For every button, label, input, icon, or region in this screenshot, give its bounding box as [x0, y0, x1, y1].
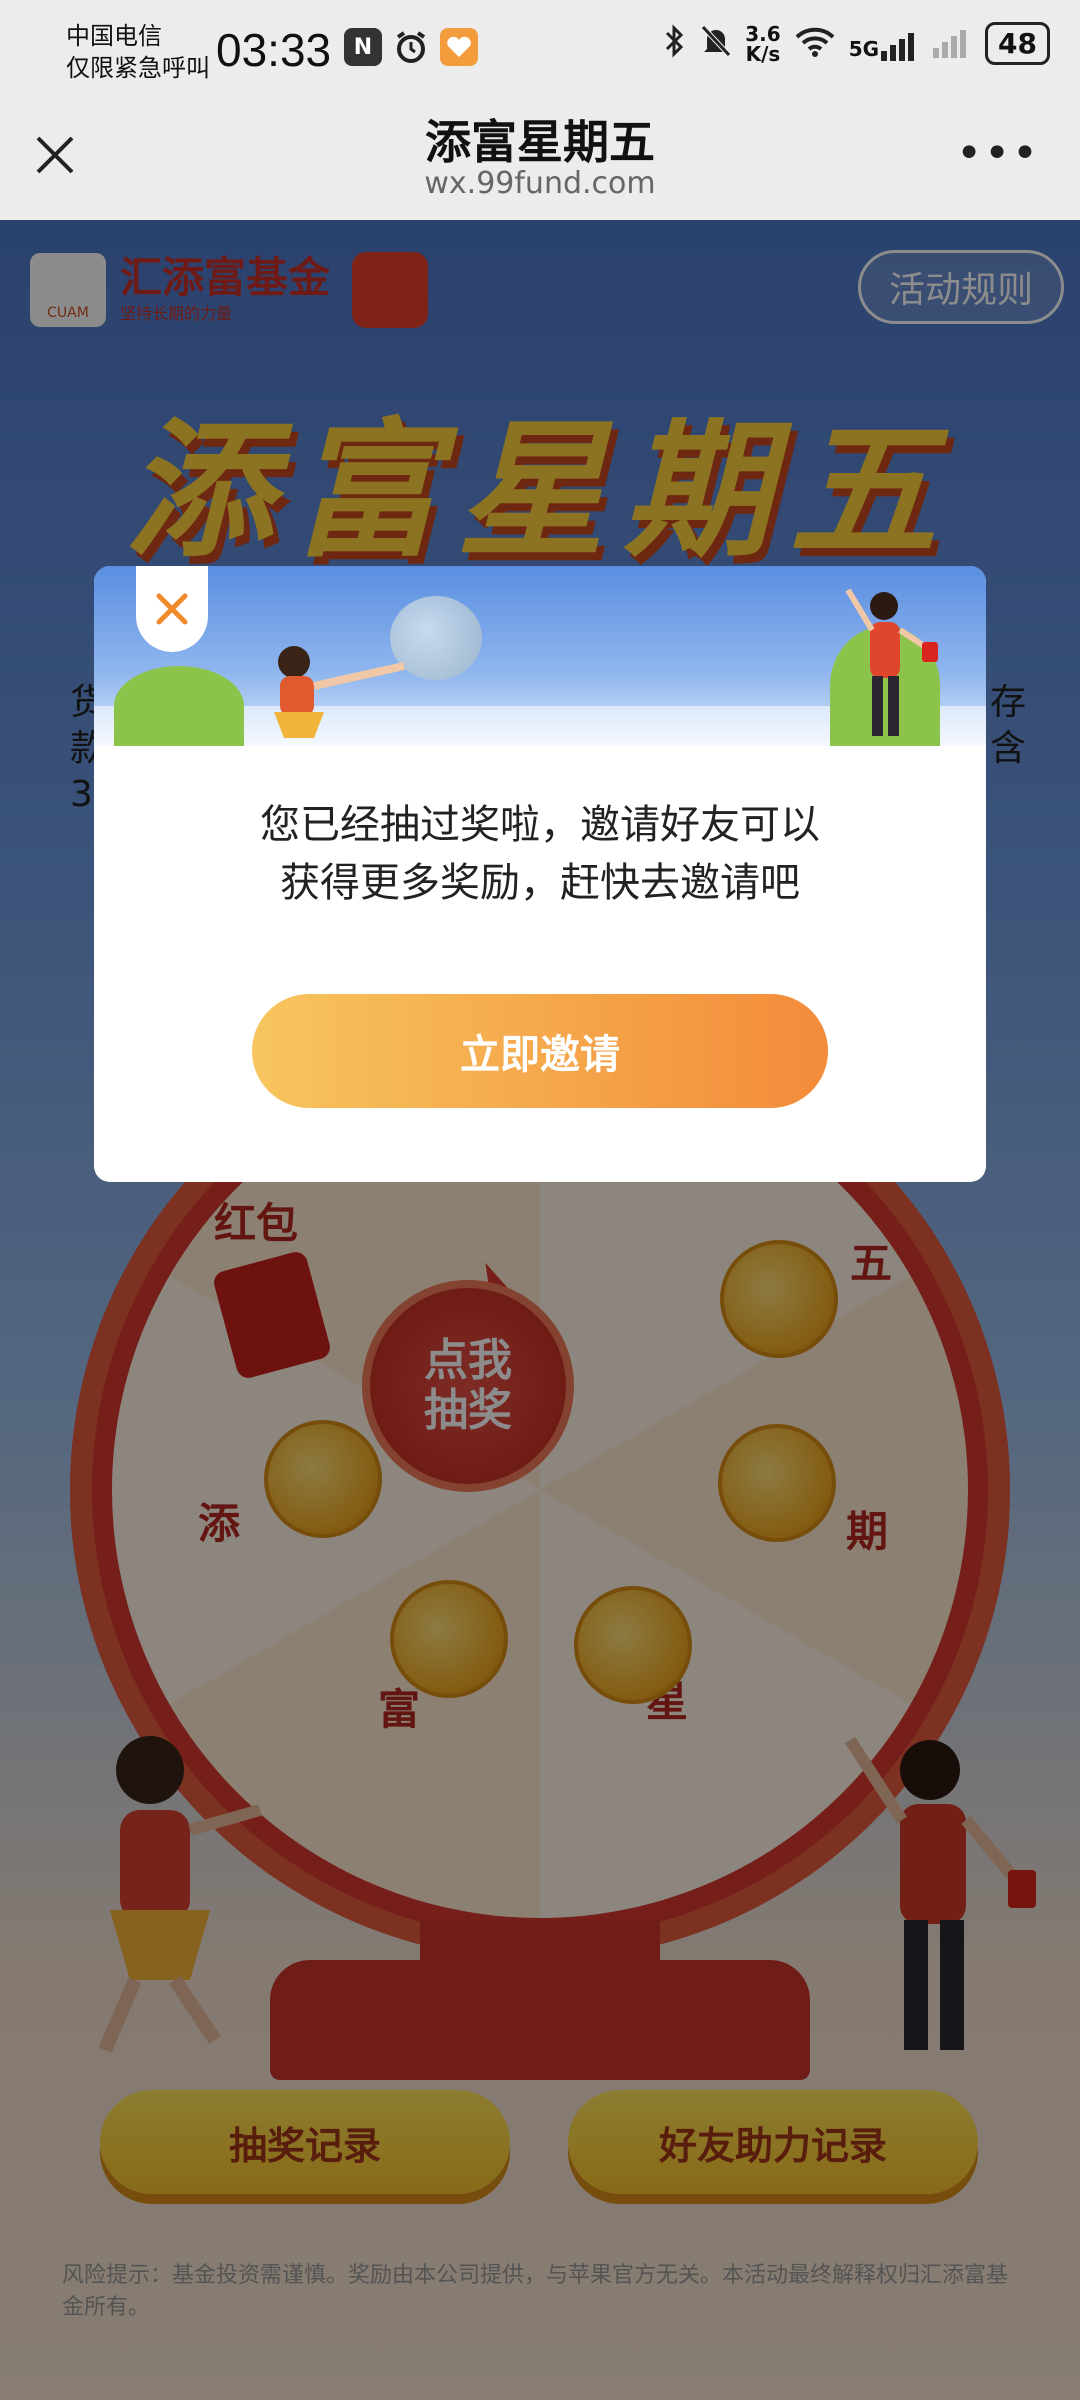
modal-message: 您已经抽过奖啦，邀请好友可以 获得更多奖励，赶快去邀请吧: [94, 796, 986, 912]
boy-banner-illustration: [845, 588, 938, 736]
health-app-icon: [440, 28, 478, 66]
signal-5g-label: 5G: [848, 36, 880, 61]
invite-now-button[interactable]: 立即邀请: [252, 994, 828, 1108]
bluetooth-icon: [663, 23, 687, 65]
signal-5g-icon: 5G: [849, 27, 921, 61]
close-icon: [156, 593, 188, 625]
modal-message-line: 获得更多奖励，赶快去邀请吧: [280, 860, 800, 906]
clock: 03:33: [216, 24, 332, 76]
wifi-icon: [793, 23, 837, 65]
modal-banner-illustration: [94, 566, 986, 746]
notification-icons: N: [344, 28, 478, 66]
page-url: wx.99fund.com: [424, 166, 656, 201]
modal-backdrop[interactable]: [0, 220, 1080, 2400]
modal-close-button[interactable]: [136, 566, 208, 652]
carrier-status: 仅限紧急呼叫: [66, 54, 210, 82]
mute-bell-icon: [699, 23, 733, 65]
status-bar: 中国电信 仅限紧急呼叫 03:33 N 3.6 K/s 5G 48: [0, 0, 1080, 96]
modal-message-line: 您已经抽过奖啦，邀请好友可以: [260, 802, 820, 848]
system-icons: 3.6 K/s 5G 48: [663, 22, 1050, 65]
browser-nav-bar: 添富星期五 wx.99fund.com •••: [0, 96, 1080, 221]
invite-modal: 您已经抽过奖啦，邀请好友可以 获得更多奖励，赶快去邀请吧 立即邀请: [94, 566, 986, 1182]
battery-level: 48: [985, 22, 1050, 65]
carrier-name: 中国电信: [66, 22, 162, 50]
signal-empty-icon: [933, 24, 973, 64]
more-options-icon[interactable]: •••: [956, 132, 1040, 176]
page-title: 添富星期五: [425, 115, 655, 169]
girl-banner-illustration: [274, 646, 405, 738]
network-speed-value: 3.6: [745, 21, 781, 46]
alarm-icon: [392, 28, 430, 66]
carrier-info: 中国电信 仅限紧急呼叫: [66, 20, 210, 84]
network-speed-unit: K/s: [745, 41, 781, 66]
n-app-icon: N: [344, 28, 382, 66]
network-speed: 3.6 K/s: [745, 24, 780, 64]
